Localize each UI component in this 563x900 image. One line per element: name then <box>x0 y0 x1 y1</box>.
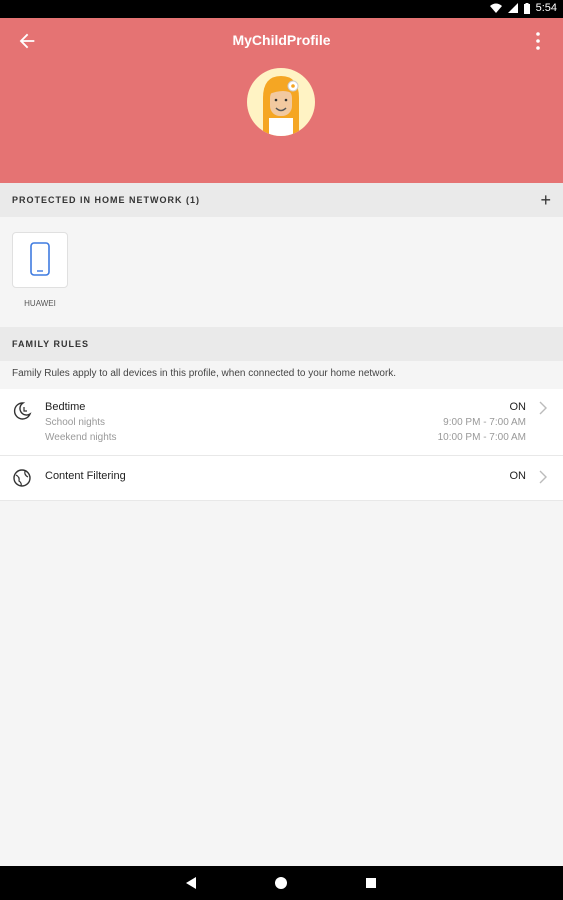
family-rules-label: FAMILY RULES <box>12 339 90 349</box>
protected-section-header: PROTECTED IN HOME NETWORK (1) + <box>0 183 563 217</box>
school-nights-time: 9:00 PM - 7:00 AM <box>443 417 526 428</box>
globe-icon <box>13 469 31 487</box>
more-options-icon[interactable] <box>533 30 543 52</box>
child-avatar[interactable] <box>247 68 315 136</box>
status-time: 5:54 <box>535 2 557 14</box>
bedtime-title: Bedtime <box>45 401 86 413</box>
device-list: HUAWEI <box>0 217 563 327</box>
chevron-right-icon <box>539 401 547 415</box>
moon-clock-icon <box>13 402 32 420</box>
page-title: MyChildProfile <box>232 32 331 48</box>
home-nav-icon[interactable] <box>275 877 287 889</box>
protected-section-label: PROTECTED IN HOME NETWORK (1) <box>12 195 200 205</box>
status-bar: 5:54 <box>0 0 563 18</box>
add-device-button[interactable]: + <box>540 191 551 209</box>
navigation-bar <box>0 866 563 900</box>
phone-icon <box>30 242 50 276</box>
wifi-icon <box>489 3 502 13</box>
back-nav-icon[interactable] <box>185 877 197 889</box>
content-filtering-title: Content Filtering <box>45 470 126 482</box>
chevron-right-icon <box>539 470 547 484</box>
battery-icon <box>523 2 530 14</box>
signal-icon <box>507 3 518 13</box>
recents-nav-icon[interactable] <box>366 878 376 888</box>
bedtime-status: ON <box>509 401 527 413</box>
device-name: HUAWEI <box>24 299 56 308</box>
device-card[interactable] <box>12 232 68 288</box>
weekend-nights-time: 10:00 PM - 7:00 AM <box>437 432 526 443</box>
weekend-nights-label: Weekend nights <box>45 432 117 443</box>
bedtime-row[interactable]: Bedtime School nights Weekend nights ON … <box>0 389 563 456</box>
family-rules-header: FAMILY RULES <box>0 327 563 361</box>
content-filtering-row[interactable]: Content Filtering ON <box>0 456 563 501</box>
family-rules-note: Family Rules apply to all devices in thi… <box>12 368 397 379</box>
school-nights-label: School nights <box>45 417 106 428</box>
app-bar: MyChildProfile <box>0 18 563 183</box>
status-bar-right: 5:54 <box>489 2 557 14</box>
girl-avatar-icon <box>263 76 299 136</box>
content-filtering-status: ON <box>509 470 527 482</box>
